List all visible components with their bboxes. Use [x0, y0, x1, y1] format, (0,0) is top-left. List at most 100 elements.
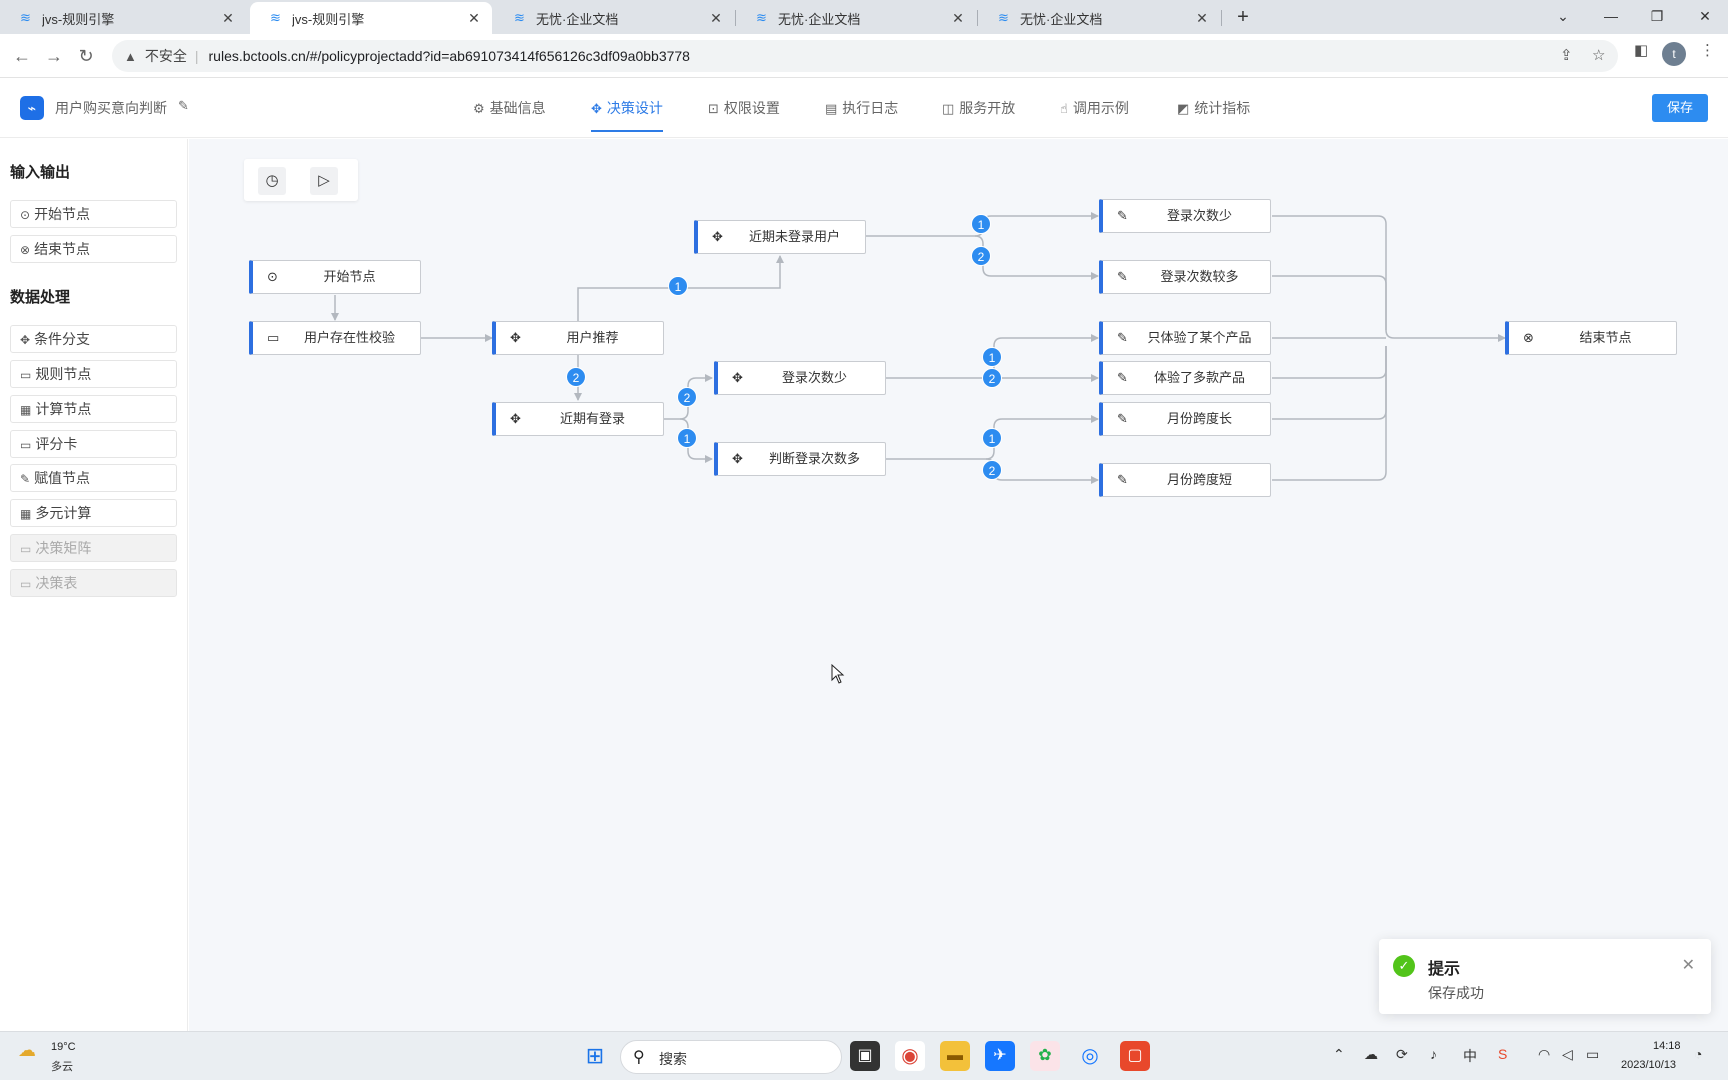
branch-badge[interactable]: 2: [677, 387, 697, 407]
flow-node-result-short[interactable]: ✎ 月份跨度短: [1099, 463, 1271, 497]
taskbar-search[interactable]: ⚲ 搜索: [620, 1040, 842, 1074]
windows-start-icon[interactable]: ⊞: [580, 1041, 610, 1071]
node-label: 体验了多款产品: [1153, 370, 1245, 385]
close-tab-icon[interactable]: ✕: [708, 10, 724, 27]
weather-cloud-icon[interactable]: ☁: [18, 1040, 36, 1061]
flow-node-user-check[interactable]: ▭ 用户存在性校验: [249, 321, 421, 355]
taskbar-time[interactable]: 14:18: [1653, 1040, 1681, 1052]
flow-node-no-recent-login[interactable]: ✥ 近期未登录用户: [694, 220, 866, 254]
branch-badge[interactable]: 2: [971, 246, 991, 266]
branch-badge[interactable]: 1: [668, 276, 688, 296]
browser-tab[interactable]: ≋ 无忧·企业文档 ✕: [978, 2, 1220, 34]
new-tab-button[interactable]: +: [1230, 4, 1256, 30]
minimize-button[interactable]: —: [1588, 2, 1634, 30]
close-window-button[interactable]: ✕: [1682, 2, 1728, 30]
save-button[interactable]: 保存: [1652, 94, 1708, 122]
volume-icon[interactable]: ◁: [1562, 1046, 1573, 1063]
branch-badge[interactable]: 1: [982, 428, 1002, 448]
tray-sync-icon[interactable]: ⟳: [1396, 1046, 1408, 1063]
browser-tab[interactable]: ≋ 无忧·企业文档 ✕: [736, 2, 976, 34]
history-clock-icon[interactable]: ◷: [258, 167, 286, 195]
forward-arrow-icon[interactable]: →: [42, 44, 66, 68]
edit-pencil-icon[interactable]: ✎: [178, 98, 189, 114]
back-arrow-icon[interactable]: ←: [10, 44, 34, 68]
search-placeholder: 搜索: [659, 1051, 687, 1067]
battery-icon[interactable]: ▭: [1586, 1046, 1599, 1063]
tab-basic-info[interactable]: ⚙ 基础信息: [473, 78, 546, 132]
wifi-icon[interactable]: ◠: [1538, 1046, 1550, 1063]
palette-item-end[interactable]: ⊗ 结束节点: [10, 235, 177, 263]
tab-search-chevron-icon[interactable]: ⌄: [1540, 2, 1586, 30]
branch-badge[interactable]: 1: [982, 347, 1002, 367]
tab-service-open[interactable]: ◫ 服务开放: [942, 78, 1015, 132]
tab-execution-log[interactable]: ▤ 执行日志: [825, 78, 898, 132]
qq-browser-icon[interactable]: ◎: [1075, 1041, 1105, 1071]
tab-statistics[interactable]: ◩ 统计指标: [1177, 78, 1250, 132]
branch-badge[interactable]: 2: [982, 368, 1002, 388]
browser-tab-active[interactable]: ≋ jvs-规则引擎 ✕: [250, 2, 492, 34]
restore-button[interactable]: ❐: [1634, 2, 1680, 30]
flow-node-start[interactable]: ⊙ 开始节点: [249, 260, 421, 294]
warning-triangle-icon[interactable]: ▲: [124, 49, 137, 64]
windows-taskbar: ☁ 19°C 多云 ⊞ ⚲ 搜索 ▣ ◉ ▬ ✈ ✿ ◎ ▢ ⌃ ☁ ⟳ ♪ 中…: [0, 1031, 1728, 1080]
close-tab-icon[interactable]: ✕: [950, 10, 966, 27]
card-icon: ▭: [20, 438, 32, 452]
close-icon[interactable]: ✕: [1682, 955, 1695, 975]
close-tab-icon[interactable]: ✕: [220, 10, 236, 27]
card-icon: ▭: [267, 330, 280, 345]
side-panel-icon[interactable]: ◧: [1634, 41, 1648, 59]
flow-node-end[interactable]: ⊗ 结束节点: [1505, 321, 1677, 355]
flow-node-result-long[interactable]: ✎ 月份跨度长: [1099, 402, 1271, 436]
palette-item-calc[interactable]: ▦ 计算节点: [10, 395, 177, 423]
file-explorer-icon[interactable]: ▬: [940, 1041, 970, 1071]
tray-cloud-icon[interactable]: ☁: [1364, 1046, 1378, 1063]
tab-permissions[interactable]: ⊡ 权限设置: [708, 78, 780, 132]
reload-icon[interactable]: ↻: [74, 44, 98, 68]
chrome-icon[interactable]: ◉: [895, 1041, 925, 1071]
palette-item-rule[interactable]: ▭ 规则节点: [10, 360, 177, 388]
browser-tab-title: 无忧·企业文档: [1020, 11, 1103, 27]
flow-node-recommend[interactable]: ✥ 用户推荐: [492, 321, 664, 355]
ime-indicator[interactable]: 中: [1463, 1046, 1477, 1066]
palette-item-scorecard[interactable]: ▭ 评分卡: [10, 430, 177, 458]
tray-chevron-up-icon[interactable]: ⌃: [1333, 1046, 1345, 1063]
edit-icon: ✎: [1117, 472, 1128, 487]
flow-node-result-multi-product[interactable]: ✎ 体验了多款产品: [1099, 361, 1271, 395]
flow-node-result-few[interactable]: ✎ 登录次数少: [1099, 199, 1271, 233]
document-icon: ▤: [825, 101, 838, 116]
flow-node-result-many[interactable]: ✎ 登录次数较多: [1099, 260, 1271, 294]
flow-node-result-one-product[interactable]: ✎ 只体验了某个产品: [1099, 321, 1271, 355]
screen-recorder-icon[interactable]: ▢: [1120, 1041, 1150, 1071]
profile-avatar[interactable]: t: [1662, 42, 1686, 66]
bookmark-star-icon[interactable]: ☆: [1592, 46, 1605, 64]
branch-badge[interactable]: 1: [971, 214, 991, 234]
wechat-icon[interactable]: ✿: [1030, 1041, 1060, 1071]
flow-node-judge-login-count[interactable]: ✥ 判断登录次数多: [714, 442, 886, 476]
branch-badge[interactable]: 1: [677, 428, 697, 448]
browser-tab[interactable]: ≋ jvs-规则引擎 ✕: [0, 2, 246, 34]
palette-item-assign[interactable]: ✎ 赋值节点: [10, 464, 177, 492]
kebab-menu-icon[interactable]: ⋮: [1700, 41, 1715, 59]
address-bar[interactable]: ▲ 不安全 | rules.bctools.cn/#/policyproject…: [112, 40, 1618, 72]
palette-item-branch[interactable]: ✥ 条件分支: [10, 325, 177, 353]
close-tab-icon[interactable]: ✕: [1194, 10, 1210, 27]
palette-item-start[interactable]: ⊙ 开始节点: [10, 200, 177, 228]
browser-tab[interactable]: ≋ 无忧·企业文档 ✕: [494, 2, 734, 34]
branch-badge[interactable]: 2: [566, 367, 586, 387]
tray-sogou-icon[interactable]: S: [1498, 1046, 1507, 1062]
branch-badge[interactable]: 2: [982, 460, 1002, 480]
dingtalk-icon[interactable]: ✈: [985, 1041, 1015, 1071]
tab-decision-design[interactable]: ✥ 决策设计: [591, 78, 663, 132]
task-view-icon[interactable]: ▣: [850, 1041, 880, 1071]
palette-item-multi-calc[interactable]: ▦ 多元计算: [10, 499, 177, 527]
share-icon[interactable]: ⇪: [1560, 46, 1573, 64]
notification-bell-icon[interactable]: ◔: [1694, 1046, 1702, 1062]
tray-mic-icon[interactable]: ♪: [1430, 1046, 1437, 1062]
url-text[interactable]: rules.bctools.cn/#/policyprojectadd?id=a…: [209, 48, 690, 64]
close-tab-icon[interactable]: ✕: [466, 10, 482, 27]
flow-node-recent-login[interactable]: ✥ 近期有登录: [492, 402, 664, 436]
flow-node-login-few[interactable]: ✥ 登录次数少: [714, 361, 886, 395]
run-play-icon[interactable]: ▷: [310, 167, 338, 195]
taskbar-date[interactable]: 2023/10/13: [1621, 1059, 1676, 1071]
tab-call-example[interactable]: ☝ 调用示例: [1060, 78, 1129, 132]
